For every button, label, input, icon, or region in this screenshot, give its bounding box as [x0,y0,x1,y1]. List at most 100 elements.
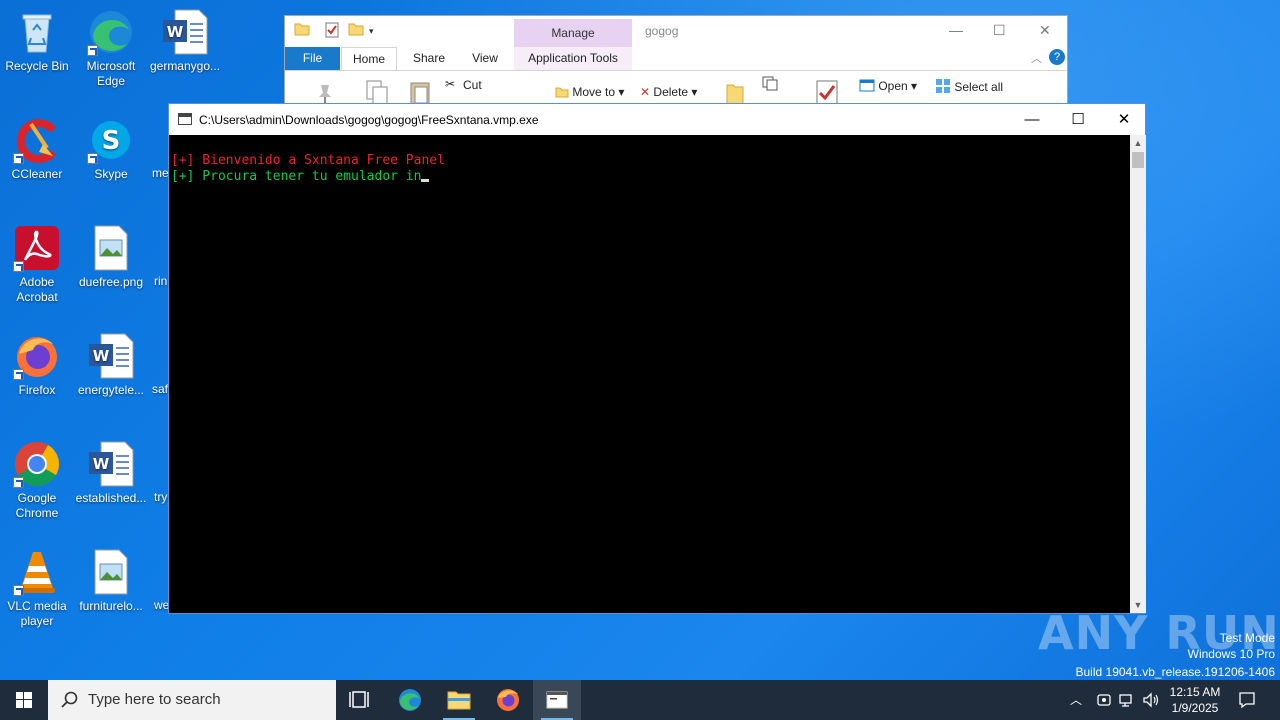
move-to-button[interactable]: Move to ▾ [555,85,624,99]
taskbar-file-explorer[interactable] [435,680,483,720]
vertical-scrollbar[interactable]: ▲ ▼ [1130,135,1146,613]
desktop-icon-adobe-acrobat[interactable]: Adobe Acrobat [0,224,74,305]
desktop-icon-furniturelo[interactable]: furniturelo... [74,548,148,614]
desktop-icon-duefree-png[interactable]: duefree.png [74,224,148,290]
tab-share[interactable]: Share [405,47,453,70]
vlc-icon [13,548,61,596]
scroll-up-icon[interactable]: ▲ [1130,135,1146,151]
file-explorer-window[interactable]: ▾ Manage gogog — ☐ ✕ File Home Share Vie… [284,15,1068,111]
desktop-icon-label: VLC media player [7,599,67,628]
collapse-ribbon-icon[interactable]: ︿ [1031,50,1042,66]
select-all-label: Select all [954,80,1004,94]
desktop-icon-label: furniturelo... [79,599,143,613]
word-doc-icon: W [87,332,135,380]
close-icon[interactable]: ✕ [1101,104,1147,135]
tab-manage[interactable]: Manage [514,19,632,47]
console-output[interactable]: [+] Bienvenido a Sxntana Free Panel [+] … [169,135,1130,613]
show-hidden-icons-chevron-icon[interactable]: ︿ [1070,691,1082,720]
cut-label[interactable]: Cut [463,78,482,92]
desktop-icon-recycle-bin[interactable]: Recycle Bin [0,8,74,74]
minimize-icon[interactable]: — [949,22,963,38]
move-to-label: Move to [572,85,616,99]
taskbar: Type here to search ︿ 12:15 AM 1/9/2025 [0,680,1280,720]
task-view-icon [349,691,369,708]
new-folder-icon[interactable] [348,22,364,39]
notifications-icon[interactable] [1238,691,1256,720]
desktop-icon-skype[interactable]: S Skype [74,116,148,182]
os-edition-label: Windows 10 Pro [1187,647,1275,661]
task-view-button[interactable] [336,680,384,720]
firefox-icon [497,689,519,711]
maximize-icon[interactable]: ☐ [1055,104,1101,135]
delete-button[interactable]: ✕ Delete ▾ [640,85,697,99]
scroll-thumb[interactable] [1132,152,1144,168]
folder-icon[interactable] [294,22,310,39]
desktop-icon-label: Firefox [18,383,56,397]
svg-text:W: W [167,23,184,41]
start-button[interactable] [0,680,48,720]
cut-icon[interactable]: ✂ [445,77,455,91]
select-all-button[interactable]: Select all [935,78,1003,94]
chrome-icon [13,440,61,488]
desktop-icon-microsoft-edge[interactable]: Microsoft Edge [74,8,148,89]
edge-icon [399,689,421,711]
desktop-icon-established[interactable]: W established... [74,440,148,506]
desktop-icon-google-chrome[interactable]: Google Chrome [0,440,74,521]
taskbar-firefox[interactable] [484,680,532,720]
minimize-icon[interactable]: — [1009,104,1055,135]
ribbon-tab-bar: File Home Share View Application Tools ︿… [285,47,1067,70]
explorer-titlebar[interactable]: ▾ Manage gogog — ☐ ✕ [285,16,1067,47]
new-item-icon[interactable] [761,75,785,94]
defender-icon[interactable] [1096,692,1112,720]
taskbar-search-box[interactable]: Type here to search [48,680,336,720]
desktop-icon-vlc[interactable]: VLC media player [0,548,74,629]
desktop-icon-energytele[interactable]: W energytele... [74,332,148,398]
desktop-icon-germanygo[interactable]: W germanygo... [148,8,222,74]
edge-icon [87,8,135,56]
text-cursor [421,179,430,182]
tab-view[interactable]: View [463,47,507,70]
console-titlebar[interactable]: C:\Users\admin\Downloads\gogog\gogog\Fre… [169,104,1145,135]
taskbar-console[interactable] [533,680,581,720]
desktop-icon-label: germanygo... [149,59,221,73]
close-icon[interactable]: ✕ [1039,22,1051,39]
desktop-icon-label: CCleaner [11,167,63,181]
taskbar-edge[interactable] [386,680,434,720]
open-button[interactable]: Open ▾ [859,78,917,93]
ccleaner-icon [13,116,61,164]
network-icon[interactable] [1118,692,1136,720]
delete-label: Delete [653,85,689,99]
search-placeholder: Type here to search [88,691,221,708]
customize-qat-chevron-icon[interactable]: ▾ [369,26,374,37]
svg-text:W: W [93,347,110,365]
tab-file[interactable]: File [285,47,340,70]
properties-icon[interactable] [325,22,339,41]
desktop-icon-label: Google Chrome [15,491,59,520]
help-icon[interactable]: ? [1049,49,1065,65]
console-line: [+] Procura tener tu emulador in [171,169,422,184]
desktop-icon-label: Recycle Bin [5,59,69,73]
console-window-icon [546,691,568,709]
desktop-icon-label: energytele... [77,383,145,397]
taskbar-clock[interactable]: 12:15 AM 1/9/2025 [1163,684,1227,716]
open-label: Open [878,79,908,93]
maximize-icon[interactable]: ☐ [993,22,1006,39]
desktop-icon-label: Microsoft Edge [86,59,136,88]
console-window[interactable]: C:\Users\admin\Downloads\gogog\gogog\Fre… [168,103,1146,614]
desktop-icon-firefox[interactable]: Firefox [0,332,74,398]
svg-text:S: S [102,126,121,156]
word-doc-icon: W [161,8,209,56]
volume-icon[interactable] [1142,691,1160,720]
file-explorer-icon [447,691,471,710]
desktop-icon-label: Skype [94,167,128,181]
desktop-icon-ccleaner[interactable]: CCleaner [0,116,74,182]
desktop-icon-label: duefree.png [78,275,144,289]
explorer-window-title: gogog [645,24,679,38]
svg-text:W: W [93,455,110,473]
image-file-icon [87,548,135,596]
tab-home[interactable]: Home [341,47,397,70]
search-icon [61,691,78,708]
windows-logo-icon [16,692,32,708]
test-mode-label: Test Mode [1219,631,1275,645]
tab-application-tools[interactable]: Application Tools [514,47,632,70]
